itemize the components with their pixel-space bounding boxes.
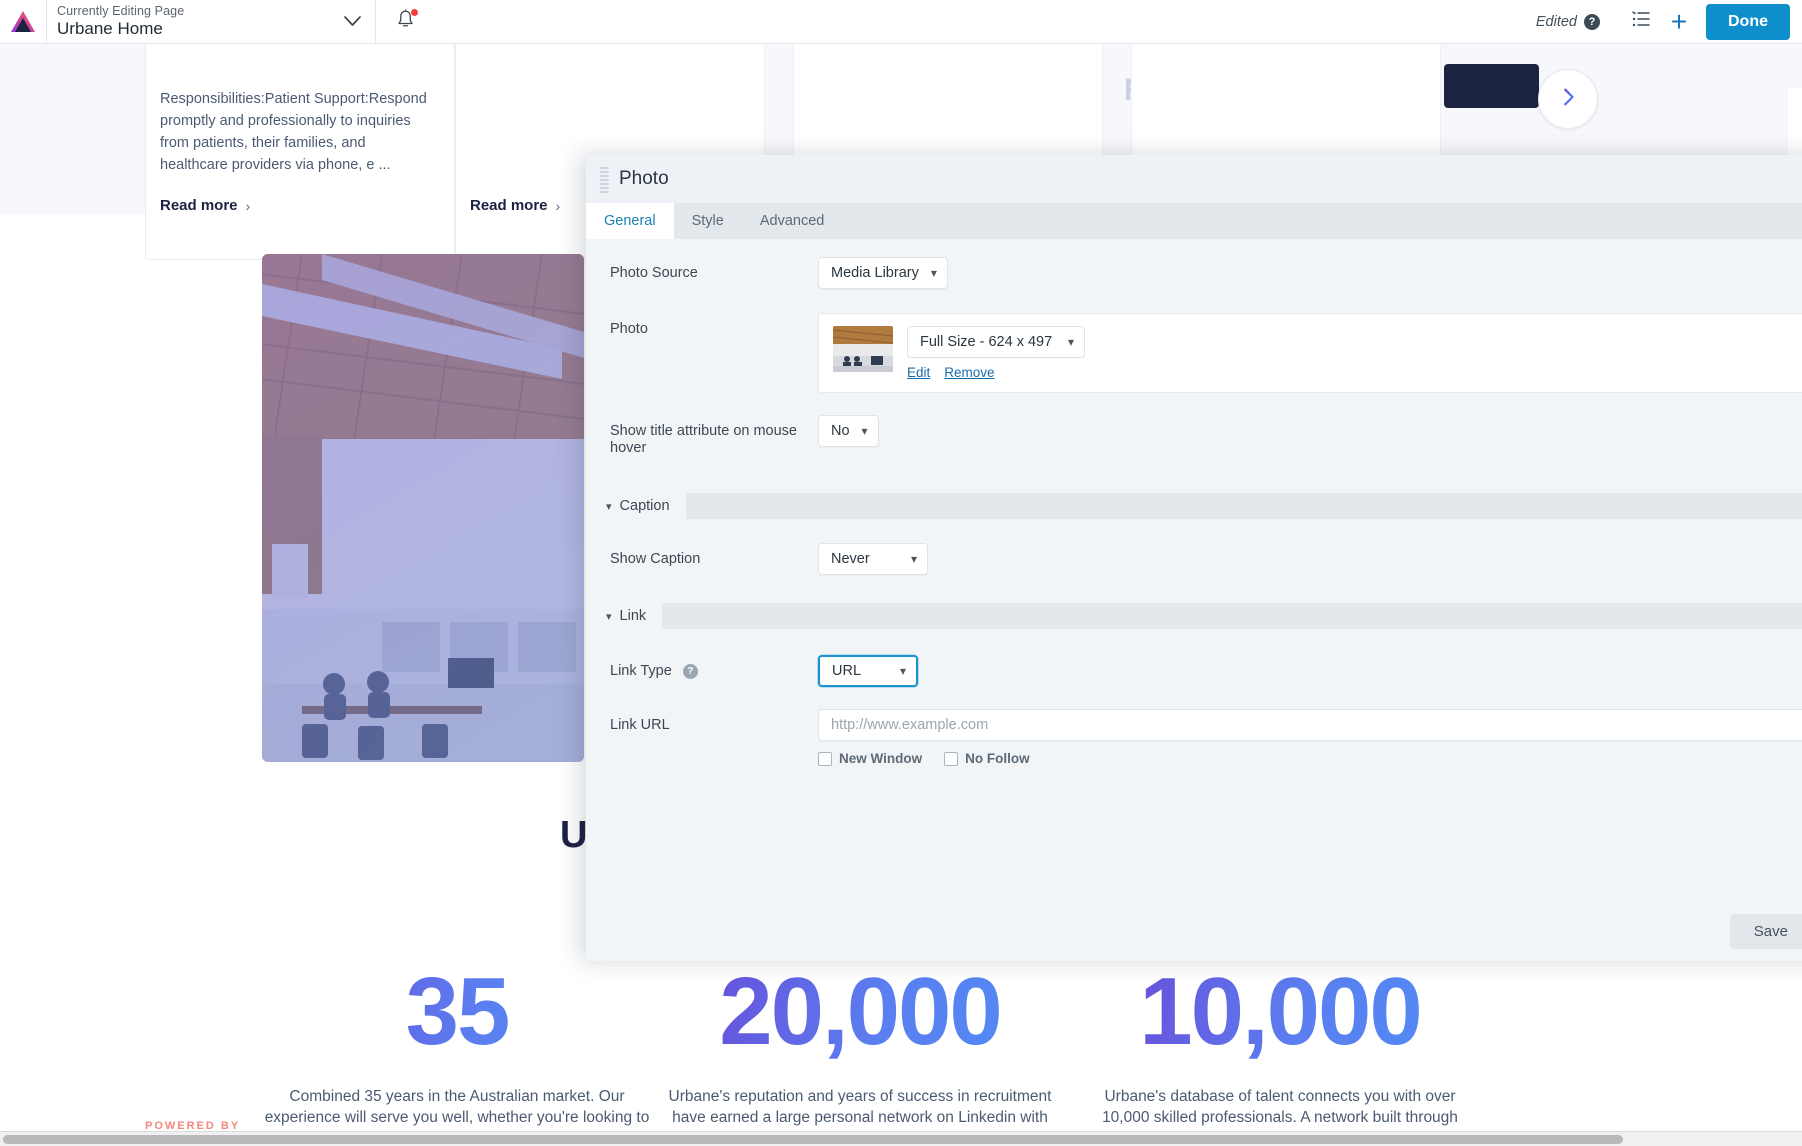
chevron-down-icon[interactable] — [337, 0, 367, 44]
photo-remove-link[interactable]: Remove — [944, 365, 994, 380]
photo-source-row: Photo Source Media Library ▾ — [586, 257, 1802, 289]
caption-section-bar: ▾ Caption — [586, 493, 1802, 519]
edited-label: Edited — [1535, 13, 1577, 30]
chevron-down-icon: ▾ — [606, 500, 612, 513]
show-caption-row: Show Caption Never ▾ — [586, 543, 1802, 575]
photo-size-select[interactable]: Full Size - 624 x 497 ▾ — [907, 326, 1085, 358]
add-element-button[interactable]: + — [1660, 0, 1698, 44]
new-window-checkbox[interactable]: New Window — [818, 751, 922, 766]
link-url-label: Link URL — [610, 717, 670, 733]
show-caption-value: Never — [831, 551, 870, 567]
page-picker-title: Urbane Home — [57, 19, 163, 39]
chevron-right-icon: › — [245, 197, 251, 214]
chevron-right-icon: › — [555, 197, 561, 214]
photo-edit-link[interactable]: Edit — [907, 365, 930, 380]
tab-style[interactable]: Style — [674, 203, 742, 239]
plus-icon: + — [1670, 5, 1688, 37]
modal-title: Photo — [619, 168, 669, 189]
preview-horizontal-scrollbar[interactable] — [0, 1131, 1802, 1146]
checkbox-box[interactable] — [818, 751, 832, 766]
chevron-right-icon — [1557, 86, 1579, 113]
notification-dot — [411, 8, 418, 16]
title-attribute-value: No — [831, 423, 850, 439]
photo-row: Photo Full Size - 624 x 497 ▾ Edit Remov… — [586, 313, 1802, 393]
link-section-toggle[interactable]: ▾ Link — [586, 603, 663, 629]
job-card-read-more-link[interactable]: Read more › — [470, 197, 560, 214]
done-button[interactable]: Done — [1706, 3, 1790, 40]
page-picker-label: Currently Editing Page — [57, 4, 185, 19]
stat-block: 20,000 Urbane's reputation and years of … — [665, 964, 1055, 1146]
caption-section-toggle[interactable]: ▾ Caption — [586, 493, 686, 519]
title-attribute-select[interactable]: No ▾ — [818, 415, 879, 447]
applyflow-logo[interactable] — [0, 10, 46, 34]
link-type-label: Link Type ? — [586, 655, 818, 680]
job-card[interactable]: Responsibilities:Patient Support:Respond… — [145, 44, 455, 260]
page-picker[interactable]: Currently Editing Page Urbane Home — [46, 0, 376, 44]
caption-section-title: Caption — [619, 498, 670, 514]
photo-source-label: Photo Source — [610, 265, 698, 281]
no-follow-label: No Follow — [965, 751, 1030, 766]
site-cta-button[interactable] — [1444, 64, 1539, 108]
applyflow-triangle-icon — [10, 10, 36, 34]
link-type-select[interactable]: URL ▾ — [818, 655, 918, 687]
preview-horizontal-scrollbar-thumb[interactable] — [3, 1135, 1623, 1144]
photo-label: Photo — [610, 321, 648, 337]
page-outline-button[interactable] — [1622, 0, 1660, 44]
chevron-down-icon: ▾ — [606, 610, 612, 623]
chevron-down-icon: ▾ — [861, 424, 868, 438]
photo-color-overlay — [262, 254, 584, 762]
chevron-down-icon: ▾ — [899, 664, 906, 678]
show-caption-label: Show Caption — [610, 551, 701, 567]
photo-thumbnail[interactable] — [833, 326, 893, 372]
link-type-value: URL — [832, 663, 862, 679]
link-section-bar: ▾ Link — [586, 603, 1802, 629]
edited-status: Edited ? — [1535, 13, 1600, 30]
save-button[interactable]: Save — [1729, 913, 1802, 949]
no-follow-checkbox[interactable]: No Follow — [944, 751, 1030, 766]
drag-handle-icon[interactable] — [600, 166, 609, 193]
editor-top-bar: Currently Editing Page Urbane Home Edite… — [0, 0, 1802, 44]
stat-number: 35 — [262, 964, 652, 1060]
read-more-label: Read more — [160, 197, 238, 214]
photo-settings-modal[interactable]: Photo General Style Advanced Photo Sourc… — [586, 155, 1802, 961]
job-card-read-more-link[interactable]: Read more › — [160, 197, 250, 214]
link-type-label-text: Link Type — [610, 663, 672, 679]
link-url-row: Link URL New Window No Follow — [586, 709, 1802, 766]
question-mark-icon[interactable]: ? — [682, 663, 698, 679]
tab-advanced[interactable]: Advanced — [742, 203, 843, 239]
link-url-input[interactable] — [818, 709, 1802, 741]
modal-body: Photo Source Media Library ▾ Photo Full … — [586, 239, 1802, 901]
question-mark-icon[interactable]: ? — [1584, 13, 1600, 30]
stat-number: 10,000 — [1085, 964, 1475, 1060]
stat-block: 35 Combined 35 years in the Australian m… — [262, 964, 652, 1146]
section-heading: U — [560, 814, 588, 856]
modal-header[interactable]: Photo — [586, 155, 1802, 203]
stat-number: 20,000 — [665, 964, 1055, 1060]
modal-tab-bar[interactable]: General Style Advanced — [586, 203, 1802, 239]
carousel-next-button[interactable] — [1538, 69, 1598, 129]
checkbox-box[interactable] — [944, 751, 959, 766]
notifications-button[interactable] — [376, 0, 434, 44]
new-window-label: New Window — [839, 751, 923, 766]
modal-footer: Save — [586, 901, 1802, 961]
chevron-down-icon: ▾ — [910, 552, 917, 566]
stat-block: 10,000 Urbane's database of talent conne… — [1085, 964, 1475, 1146]
photo-size-value: Full Size - 624 x 497 — [920, 334, 1053, 350]
title-attribute-row: Show title attribute on mouse hover No ▾ — [586, 415, 1802, 457]
photo-picker-panel[interactable]: Full Size - 624 x 497 ▾ Edit Remove — [818, 313, 1802, 393]
office-interior-photo[interactable] — [262, 254, 584, 762]
photo-source-select[interactable]: Media Library ▾ — [818, 257, 948, 289]
link-type-row: Link Type ? URL ▾ — [586, 655, 1802, 687]
read-more-label: Read more — [470, 197, 548, 214]
list-settings-icon — [1631, 10, 1651, 33]
show-caption-select[interactable]: Never ▾ — [818, 543, 928, 575]
photo-source-value: Media Library — [831, 265, 919, 281]
job-card-description: Responsibilities:Patient Support:Respond… — [160, 91, 427, 173]
chevron-down-icon: ▾ — [1067, 335, 1074, 349]
chevron-down-icon: ▾ — [930, 266, 937, 280]
tab-general[interactable]: General — [586, 203, 674, 239]
link-section-title: Link — [619, 608, 647, 624]
title-attribute-label: Show title attribute on mouse hover — [610, 423, 797, 456]
